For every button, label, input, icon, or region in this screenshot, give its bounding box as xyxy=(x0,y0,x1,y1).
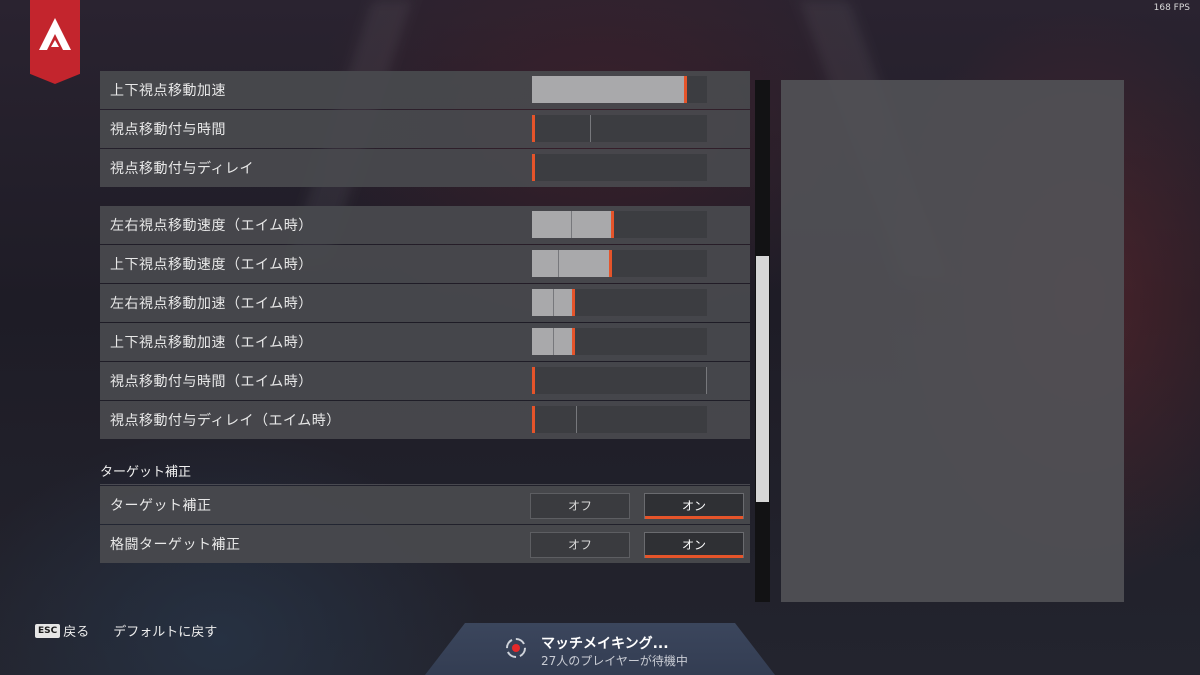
setting-label: 視点移動付与時間（エイム時） xyxy=(110,374,313,390)
setting-slider[interactable] xyxy=(532,289,707,316)
slider-group-standard: 上下視点移動加速 視点移動付与時間視点移動付与ディレイ xyxy=(100,71,750,188)
slider-handle[interactable] xyxy=(572,328,575,355)
slider-default-marker xyxy=(576,406,577,433)
setting-label: 視点移動付与ディレイ xyxy=(110,161,255,177)
target-assist-on-button[interactable]: オン xyxy=(644,493,744,519)
setting-slider[interactable] xyxy=(532,154,707,181)
scrollbar-thumb[interactable] xyxy=(756,256,769,502)
slider-default-marker xyxy=(571,211,572,238)
setting-row: 視点移動付与時間（エイム時） xyxy=(100,362,750,400)
slider-handle[interactable] xyxy=(532,154,535,181)
setting-label: 視点移動付与ディレイ（エイム時） xyxy=(110,413,341,429)
matchmaking-spinner-icon xyxy=(506,638,526,658)
section-divider xyxy=(100,484,750,485)
slider-default-marker xyxy=(558,250,559,277)
setting-label: 上下視点移動加速（エイム時） xyxy=(110,335,313,351)
setting-slider[interactable] xyxy=(532,367,707,394)
slider-handle[interactable] xyxy=(532,115,535,142)
setting-slider[interactable] xyxy=(532,406,707,433)
slider-group-ads: 左右視点移動速度（エイム時） 上下視点移動速度（エイム時） 左右視点移動加速（エイム… xyxy=(100,206,750,440)
setting-label: 上下視点移動速度（エイム時） xyxy=(110,257,313,273)
setting-label: 左右視点移動加速（エイム時） xyxy=(110,296,313,312)
setting-row-target-assist: ターゲット補正 オフ オン xyxy=(100,486,750,524)
setting-label: 上下視点移動加速 xyxy=(110,83,226,99)
matchmaking-title: マッチメイキング... xyxy=(541,636,669,652)
setting-label: 格闘ターゲット補正 xyxy=(110,537,241,553)
setting-row: 左右視点移動加速（エイム時） xyxy=(100,284,750,322)
setting-label: 視点移動付与時間 xyxy=(110,122,226,138)
slider-default-marker xyxy=(553,328,554,355)
slider-fill xyxy=(532,289,572,316)
target-assist-group: ターゲット補正 オフ オン 格闘ターゲット補正 オフ オン xyxy=(100,486,750,564)
melee-target-assist-off-button[interactable]: オフ xyxy=(530,532,630,558)
slider-default-marker xyxy=(590,115,591,142)
setting-slider[interactable] xyxy=(532,76,707,103)
slider-fill xyxy=(532,250,609,277)
fps-counter: 168 FPS xyxy=(1153,3,1190,13)
setting-row: 視点移動付与時間 xyxy=(100,110,750,148)
apex-logo xyxy=(30,0,80,84)
slider-handle[interactable] xyxy=(572,289,575,316)
setting-label: 左右視点移動速度（エイム時） xyxy=(110,218,313,234)
slider-handle[interactable] xyxy=(609,250,612,277)
settings-scrollbar[interactable] xyxy=(755,80,770,602)
apex-logo-icon xyxy=(39,18,71,50)
slider-handle[interactable] xyxy=(611,211,614,238)
setting-label: ターゲット補正 xyxy=(110,498,212,514)
slider-default-marker xyxy=(706,367,707,394)
setting-slider[interactable] xyxy=(532,328,707,355)
setting-row: 上下視点移動加速 xyxy=(100,71,750,109)
setting-row: 上下視点移動速度（エイム時） xyxy=(100,245,750,283)
slider-handle[interactable] xyxy=(684,76,687,103)
slider-handle[interactable] xyxy=(532,406,535,433)
slider-fill xyxy=(532,76,684,103)
setting-row: 視点移動付与ディレイ（エイム時） xyxy=(100,401,750,439)
footer-controls: ESC 戻る デフォルトに戻す xyxy=(35,621,217,640)
section-title-target-assist: ターゲット補正 xyxy=(100,465,192,480)
back-button[interactable]: 戻る xyxy=(63,621,89,640)
description-panel xyxy=(781,80,1124,602)
slider-default-marker xyxy=(553,289,554,316)
target-assist-off-button[interactable]: オフ xyxy=(530,493,630,519)
matchmaking-subtitle: 27人のプレイヤーが待機中 xyxy=(541,654,688,668)
setting-row-melee-target-assist: 格闘ターゲット補正 オフ オン xyxy=(100,525,750,563)
slider-fill xyxy=(532,328,572,355)
slider-handle[interactable] xyxy=(532,367,535,394)
esc-key-icon: ESC xyxy=(35,623,61,638)
setting-row: 左右視点移動速度（エイム時） xyxy=(100,206,750,244)
setting-row: 視点移動付与ディレイ xyxy=(100,149,750,187)
setting-slider[interactable] xyxy=(532,250,707,277)
setting-row: 上下視点移動加速（エイム時） xyxy=(100,323,750,361)
melee-target-assist-on-button[interactable]: オン xyxy=(644,532,744,558)
reset-default-button[interactable]: デフォルトに戻す xyxy=(113,621,217,640)
setting-slider[interactable] xyxy=(532,115,707,142)
setting-slider[interactable] xyxy=(532,211,707,238)
